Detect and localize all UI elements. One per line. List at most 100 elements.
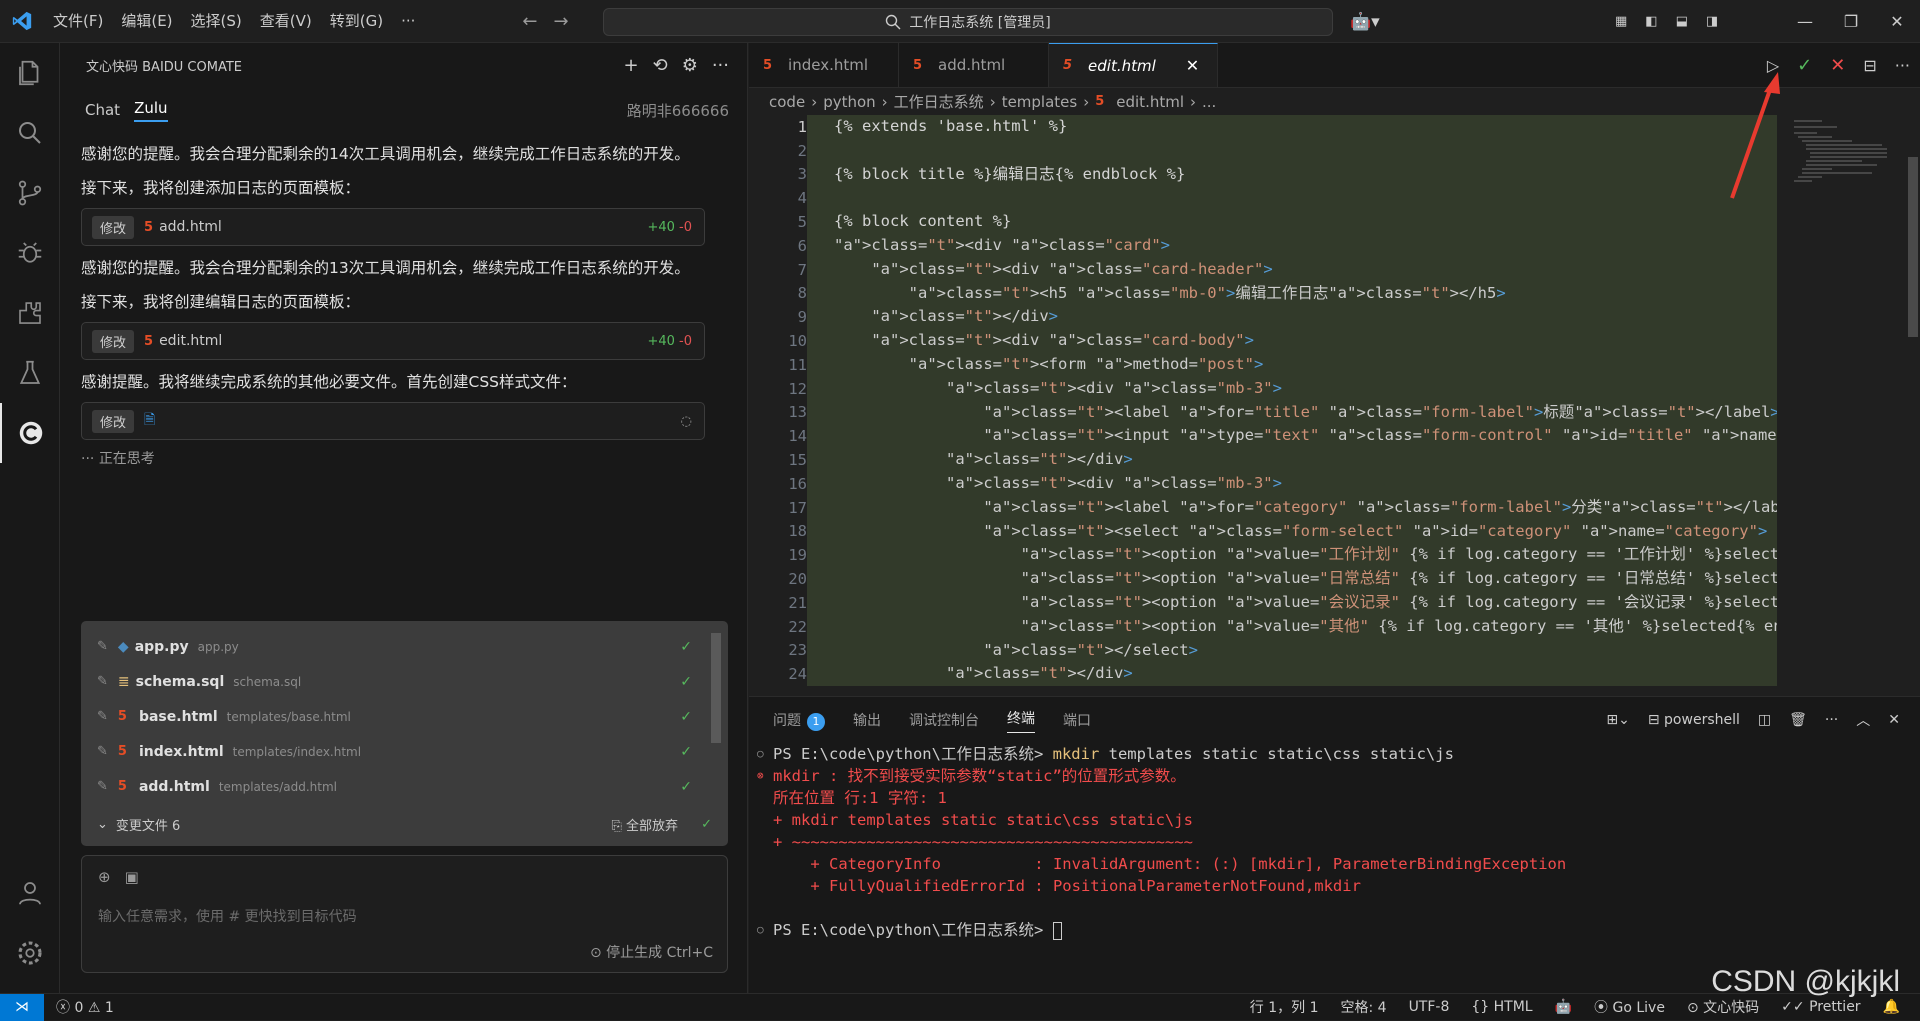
- menu-more[interactable]: ···: [392, 0, 424, 43]
- edit-icon[interactable]: ✎: [97, 674, 108, 689]
- tab-terminal[interactable]: 终端: [1007, 708, 1035, 733]
- breadcrumb-item[interactable]: python: [823, 93, 875, 111]
- edit-icon[interactable]: ✎: [97, 709, 108, 724]
- toggle-panel-icon[interactable]: ⬓: [1676, 14, 1688, 29]
- split-terminal-icon[interactable]: ◫: [1758, 712, 1771, 728]
- breadcrumb-item[interactable]: 工作日志系统: [894, 91, 984, 112]
- source-control-icon[interactable]: [0, 163, 60, 223]
- edit-icon[interactable]: ✎: [97, 639, 108, 654]
- back-arrow-icon[interactable]: ←: [514, 11, 545, 32]
- code-line[interactable]: 18 "a">class="t"><select "a">class="form…: [749, 519, 1789, 544]
- collapse-chevron-icon[interactable]: ⌄: [97, 817, 108, 832]
- code-line[interactable]: 2: [749, 138, 1789, 163]
- close-tab-icon[interactable]: ✕: [1186, 56, 1199, 75]
- history-icon[interactable]: ⟲: [653, 55, 668, 76]
- notifications-bell-icon[interactable]: 🔔: [1883, 999, 1900, 1015]
- code-line[interactable]: 4: [749, 186, 1789, 211]
- copilot-status-icon[interactable]: 🤖: [1555, 999, 1572, 1015]
- code-line[interactable]: 5 {% block content %}: [749, 210, 1789, 234]
- new-terminal-icon[interactable]: ⊞⌄: [1606, 712, 1629, 728]
- menu-goto[interactable]: 转到(G): [321, 0, 392, 43]
- code-line[interactable]: 12 "a">class="t"><div "a">class="mb-3">: [749, 376, 1789, 401]
- edit-icon[interactable]: ✎: [97, 779, 108, 794]
- language-mode[interactable]: {} HTML: [1471, 999, 1532, 1015]
- minimap[interactable]: [1792, 115, 1892, 215]
- menu-edit[interactable]: 编辑(E): [112, 0, 181, 43]
- go-live[interactable]: ⦿ Go Live: [1594, 997, 1665, 1017]
- code-line[interactable]: 14 "a">class="t"><input "a">type="text" …: [749, 424, 1789, 449]
- accept-changes-check-icon[interactable]: ✓: [1797, 55, 1812, 76]
- file-change-card[interactable]: 修改 🗎 ◌: [81, 402, 705, 440]
- remote-icon[interactable]: ⋊: [0, 993, 44, 1021]
- customize-layout-icon[interactable]: ▦: [1615, 14, 1627, 29]
- breadcrumb-item[interactable]: edit.html: [1116, 93, 1184, 111]
- chat-input-box[interactable]: ⊕ ▣ 输入任意需求，使用 # 更快找到目标代码 ⊙ 停止生成 Ctrl+C: [81, 855, 728, 973]
- tab-zulu[interactable]: Zulu: [134, 99, 168, 122]
- code-line[interactable]: 6 "a">class="t"><div "a">class="card">: [749, 233, 1789, 258]
- search-icon[interactable]: [0, 103, 60, 163]
- code-line[interactable]: 15 "a">class="t"></div>: [749, 448, 1789, 472]
- prettier-status[interactable]: ✓✓ Prettier: [1781, 999, 1860, 1015]
- close-panel-icon[interactable]: ✕: [1888, 712, 1900, 728]
- file-change-card[interactable]: 修改 5 add.html +40 -0: [81, 208, 705, 246]
- accept-check-icon[interactable]: ✓: [680, 779, 692, 795]
- file-change-card[interactable]: 修改 5 edit.html +40 -0: [81, 322, 705, 360]
- panel-more-icon[interactable]: ···: [1825, 712, 1838, 728]
- indentation[interactable]: 空格: 4: [1340, 997, 1386, 1017]
- close-window-icon[interactable]: ✕: [1874, 12, 1920, 31]
- trash-icon[interactable]: 🗑: [1789, 712, 1807, 728]
- minimize-icon[interactable]: —: [1782, 12, 1828, 31]
- menu-selection[interactable]: 选择(S): [182, 0, 251, 43]
- code-line[interactable]: 11 "a">class="t"><form "a">method="post"…: [749, 352, 1789, 377]
- code-line[interactable]: 13 "a">class="t"><label "a">for="title" …: [749, 400, 1789, 425]
- breadcrumb-item[interactable]: code: [769, 93, 805, 111]
- code-line[interactable]: 24 "a">class="t"></div>: [749, 662, 1789, 687]
- maximize-panel-icon[interactable]: ︿: [1856, 710, 1870, 730]
- accept-check-icon[interactable]: ✓: [680, 674, 692, 690]
- tab-ports[interactable]: 端口: [1063, 710, 1091, 730]
- edit-icon[interactable]: ✎: [97, 744, 108, 759]
- reject-changes-icon[interactable]: ✕: [1830, 55, 1845, 76]
- comate-status[interactable]: ⊙ 文心快码: [1687, 997, 1759, 1017]
- stop-generation-button[interactable]: ⊙ 停止生成 Ctrl+C: [590, 942, 713, 962]
- menu-file[interactable]: 文件(F): [44, 0, 112, 43]
- code-line[interactable]: 21 "a">class="t"><option "a">value="会议记录…: [749, 590, 1789, 615]
- accept-check-icon[interactable]: ✓: [680, 744, 692, 760]
- code-line[interactable]: 16 "a">class="t"><div "a">class="mb-3">: [749, 471, 1789, 496]
- code-line[interactable]: 7 "a">class="t"><div "a">class="card-hea…: [749, 257, 1789, 282]
- split-editor-icon[interactable]: ⊟: [1863, 56, 1876, 75]
- copilot-icon[interactable]: 🤖▾: [1350, 0, 1380, 43]
- command-center-search[interactable]: 工作日志系统 [管理员]: [603, 8, 1333, 36]
- tab-debug-console[interactable]: 调试控制台: [909, 710, 979, 730]
- code-line[interactable]: 10 "a">class="t"><div "a">class="card-bo…: [749, 329, 1789, 353]
- menu-view[interactable]: 查看(V): [251, 0, 321, 43]
- code-line[interactable]: 8 "a">class="t"><h5 "a">class="mb-0">编辑工…: [749, 281, 1789, 306]
- tab-problems[interactable]: 问题 1: [773, 710, 825, 731]
- tab-chat[interactable]: Chat: [85, 101, 120, 119]
- code-editor[interactable]: 1 {% extends 'base.html' %} 2 3 {% block tit…: [749, 115, 1789, 695]
- breadcrumb-item[interactable]: templates: [1002, 93, 1078, 111]
- tab-edit-html[interactable]: 5 edit.html ✕: [1049, 43, 1219, 87]
- explorer-icon[interactable]: [0, 43, 60, 103]
- changed-file-row[interactable]: ✎ ≣ schema.sql schema.sql ✓: [81, 664, 728, 699]
- debug-icon[interactable]: [0, 223, 60, 283]
- code-line[interactable]: 20 "a">class="t"><option "a">value="日常总结…: [749, 567, 1789, 591]
- extensions-icon[interactable]: [0, 283, 60, 343]
- changed-file-row[interactable]: ✎ ◆ app.py app.py ✓: [81, 629, 728, 664]
- problems-status[interactable]: ⓧ 0 ⚠ 1: [56, 997, 114, 1017]
- tab-output[interactable]: 输出: [853, 710, 881, 730]
- forward-arrow-icon[interactable]: →: [545, 11, 576, 32]
- encoding[interactable]: UTF-8: [1409, 999, 1450, 1015]
- account-icon[interactable]: [0, 863, 60, 923]
- discard-all-button[interactable]: ⎘ 全部放弃: [611, 815, 678, 834]
- editor-more-icon[interactable]: ···: [1895, 56, 1910, 75]
- accept-all-check-icon[interactable]: ✓: [701, 817, 712, 832]
- code-line[interactable]: 17 "a">class="t"><label "a">for="categor…: [749, 495, 1789, 520]
- changes-scrollbar[interactable]: [711, 633, 721, 743]
- code-line[interactable]: 1 {% extends 'base.html' %}: [749, 115, 1789, 139]
- tab-add-html[interactable]: 5 add.html: [899, 43, 1049, 87]
- code-line[interactable]: 9 "a">class="t"></div>: [749, 305, 1789, 330]
- accept-check-icon[interactable]: ✓: [680, 709, 692, 725]
- changed-file-row[interactable]: ✎ 5 index.html templates/index.html ✓: [81, 734, 728, 769]
- terminal-shell-selector[interactable]: ⊟ powershell: [1648, 712, 1740, 728]
